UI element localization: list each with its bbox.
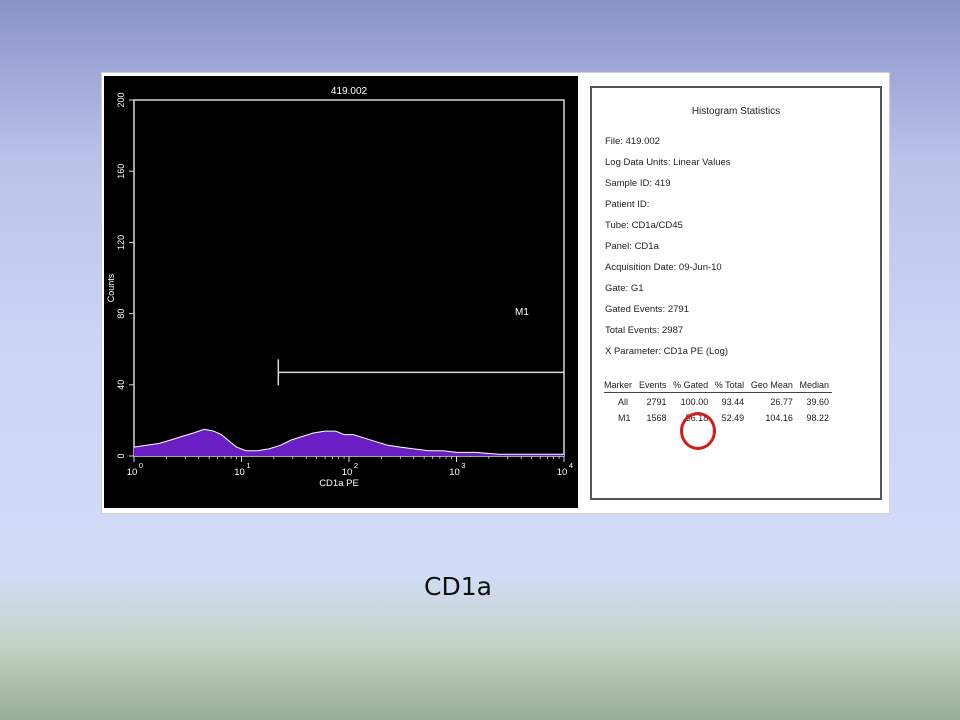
marker-m1-label: M1 — [515, 307, 529, 318]
histogram-statistics-panel: Histogram Statistics File: 419.002Log Da… — [590, 86, 882, 500]
stats-line: File: 419.002 — [605, 135, 731, 156]
chart-title: 419.002 — [331, 86, 368, 97]
stats-line: Acquisition Date: 09-Jun-10 — [605, 261, 731, 282]
x-tick-label: 10 — [127, 467, 138, 478]
x-tick-label: 10 — [234, 467, 245, 478]
stats-table: MarkerEvents% Gated% TotalGeo MeanMedian… — [604, 380, 832, 425]
stats-table-body: All2791100.0093.4426.7739.60M1156856.185… — [604, 393, 832, 426]
x-tick-exponent: 4 — [569, 461, 573, 470]
y-tick-label: 160 — [116, 164, 126, 179]
stats-table-cell: 39.60 — [796, 393, 832, 410]
stats-table-cell: All — [604, 393, 636, 410]
x-tick-exponent: 2 — [354, 461, 358, 470]
y-axis-label: Counts — [106, 273, 116, 302]
stats-table-header: MarkerEvents% Gated% TotalGeo MeanMedian — [604, 380, 832, 393]
highlight-circle — [680, 412, 716, 450]
stats-line: X Parameter: CD1a PE (Log) — [605, 345, 731, 366]
stats-column-header: Median — [796, 380, 832, 393]
stats-table-cell: 1568 — [636, 409, 670, 425]
y-tick-label: 120 — [116, 235, 126, 250]
x-tick-exponent: 0 — [139, 461, 143, 470]
stats-table-cell: 93.44 — [711, 393, 747, 410]
stats-table-cell: 104.16 — [747, 409, 796, 425]
x-tick-label: 10 — [557, 467, 568, 478]
stats-line: Tube: CD1a/CD45 — [605, 219, 731, 240]
x-tick-exponent: 3 — [461, 461, 465, 470]
stats-table-row: M1156856.1852.49104.1698.22 — [604, 409, 832, 425]
y-tick-label: 40 — [116, 380, 126, 390]
stats-column-header: % Gated — [670, 380, 712, 393]
stats-table-row: All2791100.0093.4426.7739.60 — [604, 393, 832, 410]
stats-column-header: Events — [636, 380, 670, 393]
x-tick-label: 10 — [342, 467, 353, 478]
stats-column-header: Geo Mean — [747, 380, 796, 393]
stats-line: Panel: CD1a — [605, 240, 731, 261]
stats-info-list: File: 419.002Log Data Units: Linear Valu… — [605, 135, 731, 366]
stats-table-cell: 98.22 — [796, 409, 832, 425]
plot-frame — [134, 100, 564, 456]
x-axis-label: CD1a PE — [319, 478, 359, 489]
stats-line: Total Events: 2987 — [605, 324, 731, 345]
x-tick-label: 10 — [449, 467, 460, 478]
x-tick-exponent: 1 — [246, 461, 250, 470]
stats-column-header: Marker — [604, 380, 636, 393]
y-tick-label: 200 — [116, 92, 126, 107]
histogram-area — [134, 429, 564, 456]
y-tick-label: 0 — [116, 453, 126, 458]
slide-caption: CD1a — [0, 572, 916, 601]
histogram-panel: 419.00204080120160200Counts1001011021031… — [104, 76, 578, 508]
stats-line: Gate: G1 — [605, 282, 731, 303]
stats-table-cell: 2791 — [636, 393, 670, 410]
histogram-chart: 419.00204080120160200Counts1001011021031… — [104, 76, 578, 508]
stats-line: Gated Events: 2791 — [605, 303, 731, 324]
stats-column-header: % Total — [711, 380, 747, 393]
stats-line: Log Data Units: Linear Values — [605, 156, 731, 177]
stats-line: Sample ID: 419 — [605, 177, 731, 198]
stats-title: Histogram Statistics — [592, 106, 880, 117]
stats-line: Patient ID: — [605, 198, 731, 219]
stats-table-cell: M1 — [604, 409, 636, 425]
stats-table-cell: 52.49 — [711, 409, 747, 425]
y-tick-label: 80 — [116, 309, 126, 319]
stats-table-cell: 26.77 — [747, 393, 796, 410]
stats-table-cell: 100.00 — [670, 393, 712, 410]
